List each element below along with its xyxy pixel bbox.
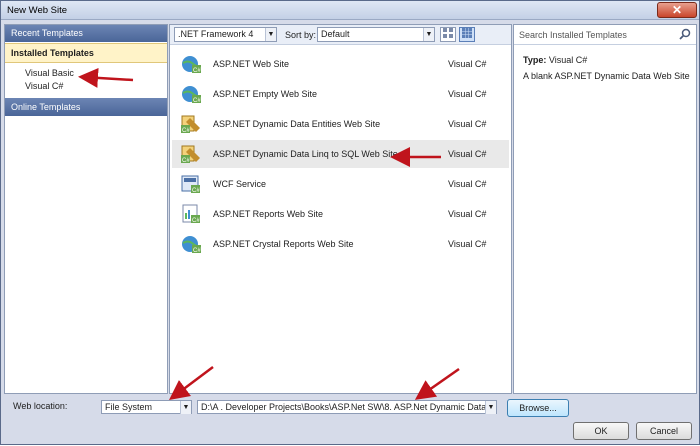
template-name: WCF Service bbox=[213, 179, 267, 189]
template-language: Visual C# bbox=[448, 209, 487, 219]
template-language: Visual C# bbox=[448, 59, 487, 69]
path-value: D:\A . Developer Projects\Books\ASP.Net … bbox=[201, 402, 486, 412]
installed-templates-header[interactable]: Installed Templates bbox=[5, 43, 167, 63]
framework-select-value: .NET Framework 4 bbox=[178, 29, 254, 39]
svg-text:C#: C# bbox=[182, 158, 190, 164]
templates-toolbar: .NET Framework 4 ▼ Sort by: Default ▼ bbox=[170, 25, 511, 45]
ok-button[interactable]: OK bbox=[573, 422, 629, 440]
report-icon: C# bbox=[182, 204, 200, 224]
template-language: Visual C# bbox=[448, 149, 487, 159]
recent-templates-header[interactable]: Recent Templates bbox=[5, 25, 167, 42]
svg-text:C#: C# bbox=[192, 188, 200, 194]
path-field[interactable]: D:\A . Developer Projects\Books\ASP.Net … bbox=[197, 400, 497, 414]
template-name: ASP.NET Empty Web Site bbox=[213, 89, 318, 99]
template-language: Visual C# bbox=[448, 179, 487, 189]
category-visual-csharp[interactable]: Visual C# bbox=[25, 81, 63, 91]
chevron-down-icon: ▼ bbox=[423, 28, 434, 41]
category-visual-basic[interactable]: Visual Basic bbox=[25, 68, 74, 78]
chevron-down-icon: ▼ bbox=[265, 28, 276, 41]
sort-select-value: Default bbox=[321, 29, 350, 39]
sort-select[interactable]: Default ▼ bbox=[317, 27, 435, 42]
title-bar: New Web Site ✕ bbox=[1, 1, 699, 20]
search-box[interactable]: Search Installed Templates bbox=[514, 25, 696, 45]
dialog-title: New Web Site bbox=[7, 5, 68, 16]
template-details-pane: Search Installed Templates Type: Visual … bbox=[513, 24, 697, 394]
sort-by-label: Sort by: bbox=[285, 30, 317, 40]
template-language: Visual C# bbox=[448, 119, 487, 129]
template-type: Type: Visual C# bbox=[523, 55, 587, 65]
close-button[interactable]: ✕ bbox=[657, 2, 697, 18]
template-item-empty-web-site[interactable]: C# ASP.NET Empty Web Site Visual C# bbox=[172, 80, 509, 108]
web-location-select[interactable]: File System ▼ bbox=[101, 400, 192, 414]
chevron-down-icon: ▼ bbox=[180, 401, 191, 414]
medium-icons-view-button[interactable] bbox=[459, 27, 475, 42]
template-language: Visual C# bbox=[448, 89, 487, 99]
small-icons-view-button[interactable] bbox=[440, 27, 456, 42]
globe-icon: C# bbox=[182, 236, 201, 254]
template-item-crystal-reports[interactable]: C# ASP.NET Crystal Reports Web Site Visu… bbox=[172, 230, 509, 258]
template-description: A blank ASP.NET Dynamic Data Web Site bbox=[523, 71, 690, 81]
browse-button[interactable]: Browse... bbox=[507, 399, 569, 417]
dynamic-data-icon: C# bbox=[181, 115, 200, 134]
cancel-button[interactable]: Cancel bbox=[636, 422, 692, 440]
template-name: ASP.NET Reports Web Site bbox=[213, 209, 324, 219]
template-language: Visual C# bbox=[448, 239, 487, 249]
template-item-dynamic-data-linq[interactable]: C# ASP.NET Dynamic Data Linq to SQL Web … bbox=[172, 140, 509, 168]
web-location-value: File System bbox=[105, 402, 153, 412]
svg-text:C#: C# bbox=[193, 248, 201, 254]
template-name: ASP.NET Web Site bbox=[213, 59, 290, 69]
template-categories-pane: Recent Templates Installed Templates Vis… bbox=[4, 24, 168, 394]
grid-view-icon bbox=[443, 28, 453, 38]
dynamic-data-icon: C# bbox=[181, 145, 200, 164]
svg-text:C#: C# bbox=[182, 128, 190, 134]
template-name: ASP.NET Crystal Reports Web Site bbox=[213, 239, 354, 249]
new-web-site-dialog: New Web Site ✕ Recent Templates Installe… bbox=[0, 0, 700, 445]
framework-select[interactable]: .NET Framework 4 ▼ bbox=[174, 27, 277, 42]
type-label: Type: bbox=[523, 55, 547, 65]
globe-icon: C# bbox=[182, 56, 201, 74]
type-value: Visual C# bbox=[548, 55, 588, 65]
online-templates-header[interactable]: Online Templates bbox=[5, 98, 167, 116]
chevron-down-icon: ▼ bbox=[485, 401, 496, 414]
template-item-wcf-service[interactable]: C# WCF Service Visual C# bbox=[172, 170, 509, 198]
template-name: ASP.NET Dynamic Data Entities Web Site bbox=[213, 119, 381, 129]
web-location-label: Web location: bbox=[13, 401, 68, 411]
wcf-icon: C# bbox=[181, 175, 200, 194]
template-item-dynamic-data-entities[interactable]: C# ASP.NET Dynamic Data Entities Web Sit… bbox=[172, 110, 509, 138]
search-icon[interactable] bbox=[679, 28, 691, 40]
svg-text:C#: C# bbox=[193, 98, 201, 104]
svg-text:C#: C# bbox=[192, 218, 200, 224]
template-name: ASP.NET Dynamic Data Linq to SQL Web Sit… bbox=[213, 149, 398, 159]
globe-icon: C# bbox=[182, 86, 201, 104]
template-item-reports-web-site[interactable]: C# ASP.NET Reports Web Site Visual C# bbox=[172, 200, 509, 228]
grid-view-icon bbox=[462, 28, 472, 38]
template-item-web-site[interactable]: C# ASP.NET Web Site Visual C# bbox=[172, 50, 509, 78]
svg-text:C#: C# bbox=[193, 68, 201, 74]
templates-pane: .NET Framework 4 ▼ Sort by: Default ▼ C#… bbox=[169, 24, 512, 394]
search-input[interactable]: Search Installed Templates bbox=[519, 30, 627, 40]
